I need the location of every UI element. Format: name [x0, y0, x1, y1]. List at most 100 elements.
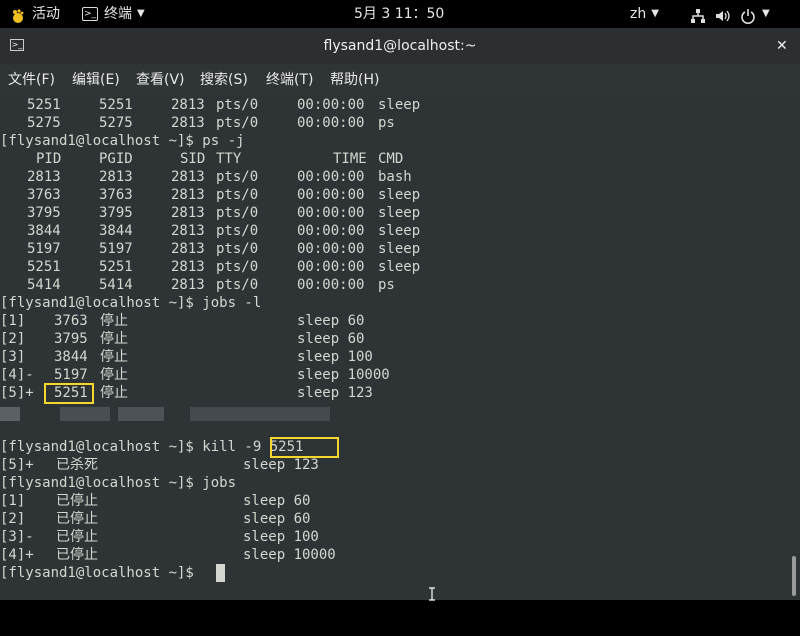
- cell: 3795: [99, 205, 133, 221]
- job-status: 停止: [100, 313, 128, 329]
- ps-row: 5251 5251 2813 pts/0 00:00:00 sleep: [0, 96, 786, 114]
- system-menu-button[interactable]: ▼: [690, 0, 770, 28]
- terminal-output[interactable]: 5251 5251 2813 pts/0 00:00:00 sleep 5275…: [0, 96, 786, 600]
- menu-terminal[interactable]: 终端(T): [266, 64, 313, 96]
- menu-search[interactable]: 搜索(S): [200, 64, 248, 96]
- job-row: [5]+ 已杀死 sleep 123: [0, 456, 786, 474]
- scrollbar[interactable]: [786, 96, 800, 600]
- menu-view[interactable]: 查看(V): [136, 64, 185, 96]
- cell: pts/0: [216, 241, 259, 257]
- mouse-cursor-icon: [428, 586, 436, 601]
- job-command: sleep 123: [243, 457, 319, 473]
- cell: pts/0: [216, 259, 259, 275]
- cell: 5197: [99, 241, 133, 257]
- cell: sleep: [378, 223, 421, 239]
- job-row: [2] 3795 停止 sleep 60: [0, 330, 786, 348]
- cell: 3763: [99, 187, 133, 203]
- window-titlebar[interactable]: >_ flysand1@localhost:~ ✕: [0, 28, 800, 64]
- cell: pts/0: [216, 277, 259, 293]
- job-row: [4]+ 已停止 sleep 10000: [0, 546, 786, 564]
- command-text: [flysand1@localhost ~]$ ps -j: [0, 133, 245, 149]
- cell: 00:00:00: [297, 259, 365, 275]
- volume-icon: [714, 6, 730, 22]
- cell: 5414: [27, 277, 61, 293]
- cell: 3763: [27, 187, 61, 203]
- job-status: 停止: [100, 349, 128, 365]
- col-pgid: PGID: [99, 151, 133, 167]
- cell: 00:00:00: [297, 169, 365, 185]
- job-row: [1] 已停止 sleep 60: [0, 492, 786, 510]
- ps-row: 5414 5414 2813 pts/0 00:00:00 ps: [0, 276, 786, 294]
- cell: 3844: [99, 223, 133, 239]
- menu-bar: 文件(F) 编辑(E) 查看(V) 搜索(S) 终端(T) 帮助(H): [0, 64, 800, 96]
- cell: 2813: [171, 241, 205, 257]
- job-pid: 3795: [54, 331, 88, 347]
- job-row: [2] 已停止 sleep 60: [0, 510, 786, 528]
- chevron-down-icon: ▼: [651, 8, 659, 19]
- cell: 2813: [171, 169, 205, 185]
- job-row: [1] 3763 停止 sleep 60: [0, 312, 786, 330]
- ps-row: 3795 3795 2813 pts/0 00:00:00 sleep: [0, 204, 786, 222]
- col-tty: TTY: [216, 151, 242, 167]
- job-pid: 3763: [54, 313, 88, 329]
- menu-help[interactable]: 帮助(H): [330, 64, 379, 96]
- job-status: 已杀死: [56, 457, 98, 473]
- command-text: [flysand1@localhost ~]$ jobs: [0, 475, 237, 491]
- cell: 2813: [27, 169, 61, 185]
- window-title: flysand1@localhost:~: [323, 38, 477, 54]
- job-status: 停止: [100, 331, 128, 347]
- kill-highlight-box: [270, 437, 339, 458]
- cell: 00:00:00: [297, 241, 365, 257]
- cell: 5251: [27, 97, 61, 113]
- input-method-button[interactable]: zh ▼: [630, 0, 659, 28]
- chevron-down-icon: ▼: [137, 8, 145, 19]
- ps-row: 5197 5197 2813 pts/0 00:00:00 sleep: [0, 240, 786, 258]
- cell: 2813: [171, 97, 205, 113]
- cell: ps: [378, 277, 395, 293]
- job-id: [1]: [0, 313, 26, 329]
- job-command: sleep 10000: [297, 367, 390, 383]
- cell: pts/0: [216, 115, 259, 131]
- job-id: [4]-: [0, 367, 34, 383]
- cell: 5275: [27, 115, 61, 131]
- obscured-text: [118, 407, 164, 421]
- job-row: [4]- 5197 停止 sleep 10000: [0, 366, 786, 384]
- cell: 00:00:00: [297, 223, 365, 239]
- scrollbar-thumb[interactable]: [792, 556, 796, 596]
- cell: 00:00:00: [297, 97, 365, 113]
- cell: sleep: [378, 97, 421, 113]
- clock[interactable]: 5月 3 11：50: [354, 0, 444, 28]
- job-status: 已停止: [56, 493, 98, 509]
- prompt-line[interactable]: [flysand1@localhost ~]$: [0, 564, 786, 582]
- cell: 2813: [99, 169, 133, 185]
- terminal-app-icon: >_: [82, 7, 98, 21]
- app-menu-button[interactable]: >_ 终端 ▼: [82, 0, 145, 28]
- menu-file[interactable]: 文件(F): [8, 64, 55, 96]
- job-id: [5]+: [0, 385, 34, 401]
- cell: 5197: [27, 241, 61, 257]
- col-pid: PID: [36, 151, 62, 167]
- gnome-top-bar: 活动 >_ 终端 ▼ 5月 3 11：50 zh ▼ ▼: [0, 0, 800, 28]
- activities-button[interactable]: 活动: [10, 0, 60, 28]
- job-command: sleep 100: [243, 529, 319, 545]
- cell: 3795: [27, 205, 61, 221]
- job-command: sleep 60: [297, 331, 365, 347]
- cell: sleep: [378, 205, 421, 221]
- col-sid: SID: [180, 151, 206, 167]
- cell: 5414: [99, 277, 133, 293]
- cell: 5275: [99, 115, 133, 131]
- obscured-text: [0, 407, 20, 421]
- ps-row: 5251 5251 2813 pts/0 00:00:00 sleep: [0, 258, 786, 276]
- cell: 2813: [171, 259, 205, 275]
- job-status: 停止: [100, 367, 128, 383]
- clock-label: 5月 3 11：50: [354, 6, 445, 22]
- job-id: [2]: [0, 511, 26, 527]
- menu-edit[interactable]: 编辑(E): [72, 64, 120, 96]
- ps-row: 2813 2813 2813 pts/0 00:00:00 bash: [0, 168, 786, 186]
- cell: pts/0: [216, 169, 259, 185]
- chevron-down-icon: ▼: [762, 8, 770, 19]
- cell: 00:00:00: [297, 115, 365, 131]
- cell: 2813: [171, 187, 205, 203]
- close-icon[interactable]: ✕: [776, 28, 788, 64]
- cell: ps: [378, 115, 395, 131]
